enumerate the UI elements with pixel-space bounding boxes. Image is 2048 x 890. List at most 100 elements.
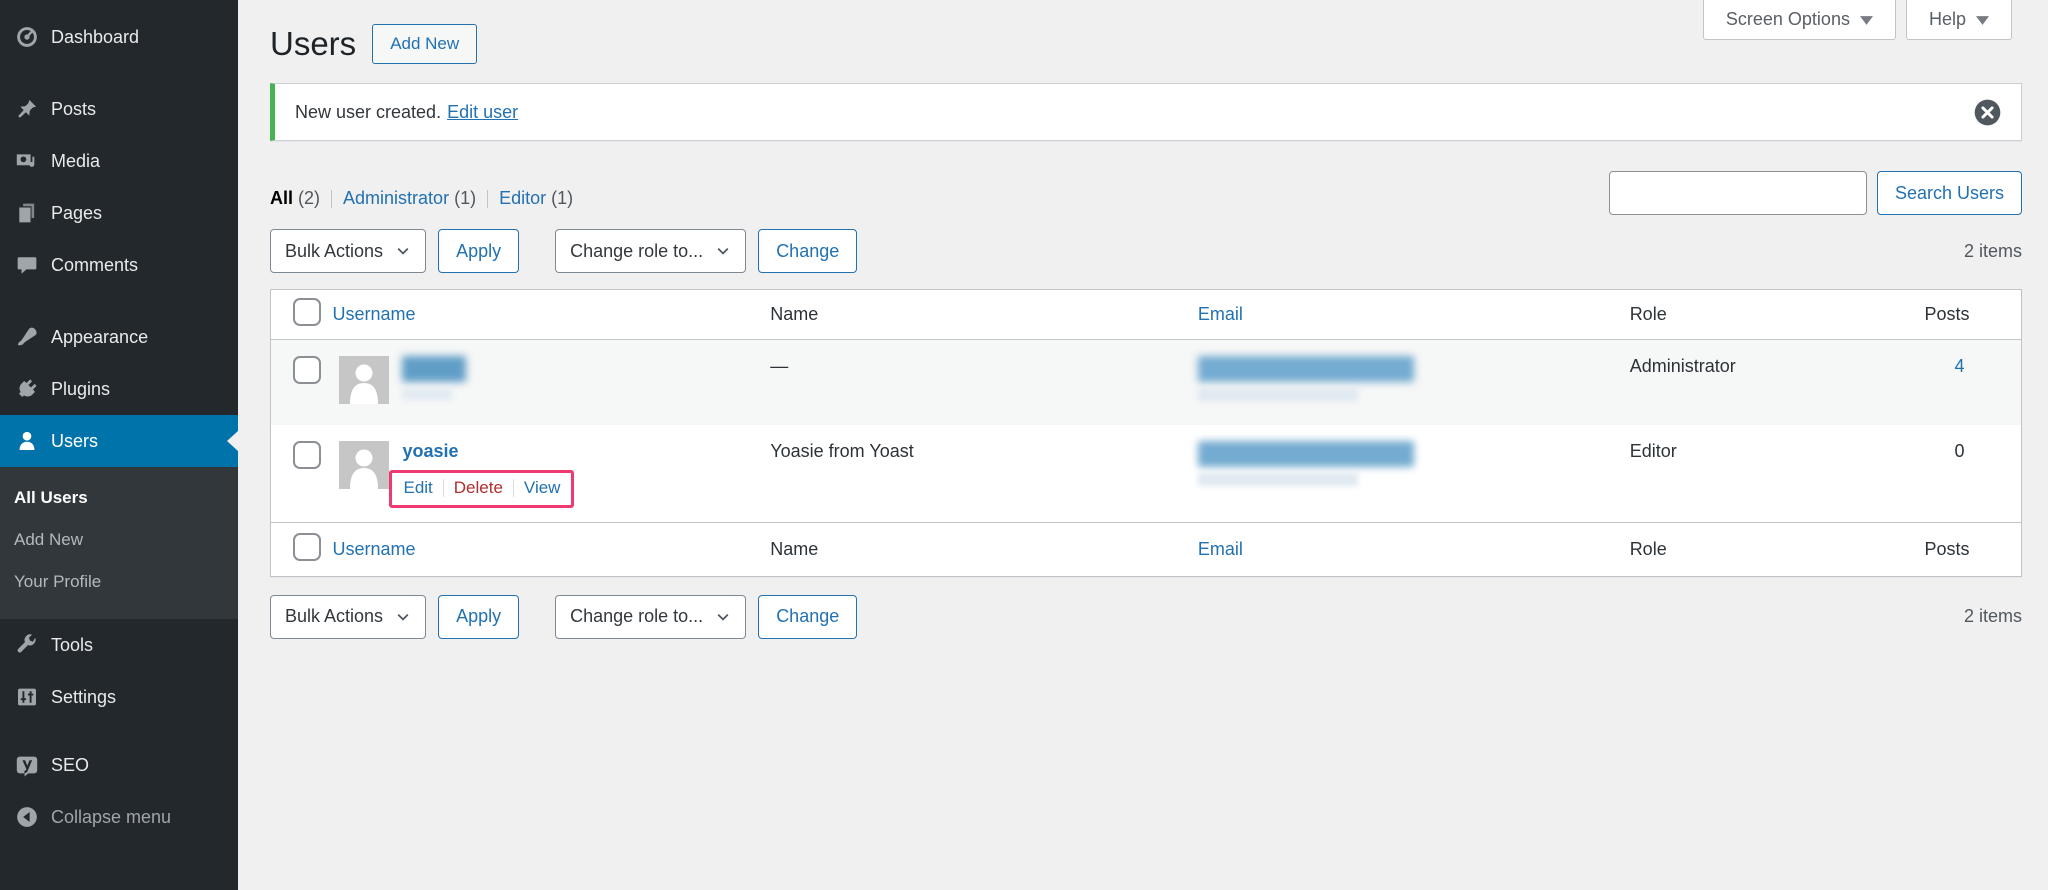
sidebar-item-collapse-menu[interactable]: Collapse menu [0, 791, 238, 843]
sidebar-item-dashboard[interactable]: Dashboard [0, 11, 238, 63]
row-checkbox[interactable] [293, 440, 321, 469]
table-header-row: Username Name Email Role Posts [270, 289, 2022, 340]
sidebar-item-label: Media [51, 150, 101, 171]
sidebar-item-appearance[interactable]: Appearance [0, 311, 238, 363]
edit-user-link[interactable]: Edit user [447, 102, 518, 123]
edit-link[interactable]: Edit [403, 478, 432, 498]
items-count: 2 items [1963, 606, 2022, 626]
help-button[interactable]: Help [1905, 0, 2012, 40]
chevron-down-icon [715, 243, 731, 259]
change-role-select-bottom[interactable]: Change role to... [555, 594, 747, 639]
table-footer-row: Username Name Email Role Posts [270, 521, 2022, 576]
row-actions-blurred [402, 388, 453, 400]
delete-link[interactable]: Delete [454, 478, 503, 498]
tools-icon [14, 632, 40, 658]
search-users-input[interactable] [1608, 171, 1867, 215]
users-table: Username Name Email Role Posts — Adminis… [270, 289, 2022, 577]
add-new-button[interactable]: Add New [372, 24, 478, 64]
column-header-username[interactable]: Username [332, 304, 415, 324]
posts-count: 0 [1954, 440, 1965, 461]
yoast-seo-icon [14, 752, 40, 778]
sidebar-item-users[interactable]: Users [0, 415, 238, 467]
search-box: Search Users [1608, 171, 2022, 215]
sidebar-item-label: Posts [51, 98, 97, 119]
sidebar-item-label: Dashboard [51, 26, 140, 47]
search-users-button[interactable]: Search Users [1876, 171, 2022, 215]
column-header-email[interactable]: Email [1198, 304, 1243, 324]
separator [331, 189, 333, 208]
change-role-select[interactable]: Change role to... [555, 229, 747, 273]
posts-count-link[interactable]: 4 [1955, 356, 1965, 376]
chevron-down-icon [1976, 9, 1989, 30]
chevron-down-icon [715, 609, 731, 625]
email-link-blurred[interactable] [1197, 356, 1414, 382]
column-header-posts: Posts [1914, 289, 2022, 340]
active-menu-arrow [227, 431, 238, 451]
email-link-blurred[interactable] [1197, 440, 1414, 467]
users-icon [14, 428, 40, 454]
apply-button[interactable]: Apply [438, 229, 520, 273]
select-all-checkbox[interactable] [293, 532, 321, 561]
plugin-icon [14, 376, 40, 402]
sidebar-item-label: Comments [51, 254, 139, 275]
column-footer-email[interactable]: Email [1198, 539, 1243, 559]
main-content: Screen Options Help Users Add New New us… [238, 0, 2048, 890]
chevron-down-icon [1859, 9, 1873, 30]
screen-options-button[interactable]: Screen Options [1702, 0, 1896, 40]
role-cell: Administrator [1629, 356, 1736, 376]
bulk-actions-select-bottom[interactable]: Bulk Actions [270, 594, 427, 639]
pages-icon [14, 200, 40, 226]
filter-all[interactable]: All (2) [270, 188, 320, 209]
dismiss-notice-icon[interactable] [1974, 99, 2001, 126]
username-link[interactable]: yoasie [402, 441, 458, 461]
change-button-bottom[interactable]: Change [758, 594, 858, 639]
row-checkbox[interactable] [293, 356, 321, 384]
sidebar-item-label: Tools [51, 634, 94, 655]
sidebar-item-media[interactable]: Media [0, 135, 238, 187]
chevron-down-icon [395, 609, 411, 625]
name-cell: Yoasie from Yoast [770, 440, 914, 461]
sidebar-item-plugins[interactable]: Plugins [0, 363, 238, 415]
sidebar-item-pages[interactable]: Pages [0, 187, 238, 239]
change-button[interactable]: Change [758, 229, 858, 273]
column-footer-name: Name [760, 521, 1190, 576]
items-count: 2 items [1963, 240, 2022, 261]
sidebar-item-posts[interactable]: Posts [0, 83, 238, 135]
tablenav-top: Bulk Actions Apply Change role to... Cha… [270, 229, 2022, 273]
top-tabs: Screen Options Help [1702, 0, 2012, 40]
pin-icon [14, 96, 40, 122]
admin-sidebar: Dashboard Posts Media Pages Comments App… [0, 0, 238, 890]
comment-icon [14, 252, 40, 278]
filter-administrator[interactable]: Administrator (1) [343, 188, 476, 209]
submenu-item-add-new[interactable]: Add New [0, 519, 238, 561]
column-footer-username[interactable]: Username [332, 539, 415, 559]
apply-button-bottom[interactable]: Apply [438, 594, 520, 639]
sidebar-item-tools[interactable]: Tools [0, 619, 238, 671]
sidebar-item-label: Users [51, 430, 99, 451]
avatar [339, 356, 390, 404]
appearance-icon [14, 324, 40, 350]
column-footer-role: Role [1619, 521, 1915, 576]
sidebar-item-comments[interactable]: Comments [0, 239, 238, 291]
bulk-actions-select[interactable]: Bulk Actions [270, 229, 427, 273]
username-link-blurred[interactable] [402, 356, 467, 382]
sidebar-item-seo[interactable]: SEO [0, 739, 238, 791]
user-row-yoasie: yoasie Edit Delete View Yoasie from Yoas… [270, 424, 2022, 522]
chevron-down-icon [395, 243, 411, 259]
sidebar-item-settings[interactable]: Settings [0, 671, 238, 723]
column-header-name: Name [760, 289, 1190, 340]
sidebar-item-label: Appearance [51, 326, 149, 347]
collapse-menu-icon [14, 804, 40, 830]
tablenav-bottom: Bulk Actions Apply Change role to... Cha… [270, 594, 2022, 639]
select-all-checkbox[interactable] [293, 298, 321, 326]
submenu-item-your-profile[interactable]: Your Profile [0, 561, 238, 603]
column-footer-posts: Posts [1914, 521, 2022, 576]
user-row-administrator: — Administrator 4 [270, 339, 2022, 425]
media-icon [14, 148, 40, 174]
name-cell: — [770, 356, 789, 376]
view-link[interactable]: View [524, 478, 561, 498]
email-blur-line [1197, 388, 1358, 401]
submenu-item-all-users[interactable]: All Users [0, 477, 238, 519]
role-filters: All (2) Administrator (1) Editor (1) [270, 188, 573, 215]
filter-editor[interactable]: Editor (1) [499, 188, 573, 209]
